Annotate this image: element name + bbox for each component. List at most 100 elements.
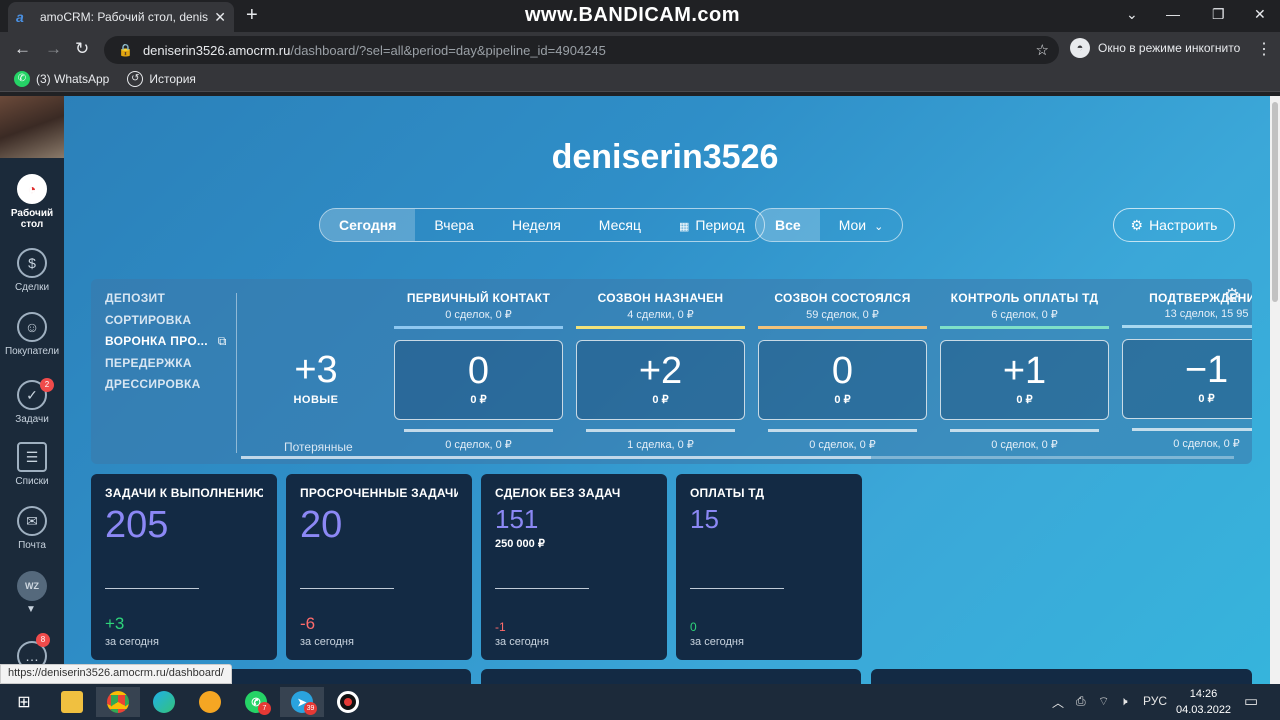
stage-lost-bar (950, 429, 1099, 432)
pipeline-stage[interactable]: КОНТРОЛЬ ОПЛАТЫ ТД 6 сделок, 0 ₽ +1 0 ₽0 сд… (940, 291, 1109, 451)
close-window-button[interactable]: ✕ (1254, 6, 1266, 23)
sidebar-item-customers[interactable]: ☺ Покупатели (0, 312, 64, 357)
sidebar-label: Почта (18, 540, 46, 551)
maximize-button[interactable]: ❐ (1212, 6, 1225, 23)
stage-amount: 0 ₽ (652, 394, 669, 406)
widget-stub (871, 669, 1252, 684)
customers-icon: ☺ (17, 312, 47, 342)
clock[interactable]: 14:26 04.03.2022 (1176, 686, 1231, 718)
taskbar-edge[interactable] (142, 687, 186, 717)
owner-mine[interactable]: Мои ⌄ (820, 209, 903, 241)
pipeline-stage[interactable]: СОЗВОН СОСТОЯЛСЯ 59 сделок, 0 ₽0 0 ₽0 сдел… (758, 291, 927, 451)
owner-mine-label: Мои (838, 217, 867, 233)
meet-now-icon[interactable]: ⎙ (1076, 694, 1086, 709)
sidebar-label: Покупатели (4, 346, 60, 357)
volume-icon[interactable]: 🕨 (1120, 694, 1128, 709)
widget-footer: за сегодня (300, 636, 354, 648)
bookmark-whatsapp[interactable]: ✆ (3) WhatsApp (14, 70, 110, 87)
start-button[interactable]: ⊞ (2, 687, 46, 717)
scrollbar-thumb[interactable] (1272, 102, 1278, 302)
scrollbar-thumb[interactable] (241, 456, 871, 459)
stat-widget[interactable]: ПРОСРОЧЕННЫЕ ЗАДАЧИ 20 -6 за сегодня (286, 474, 472, 660)
stage-count: 0 сделок, 0 ₽ (445, 309, 512, 321)
period-yesterday[interactable]: Вчера (415, 209, 493, 241)
browser-tab[interactable]: a amoCRM: Рабочий стол, deniser ✕ (8, 2, 234, 32)
stage-box[interactable]: 00 ₽ (394, 340, 563, 420)
browser-menu-icon[interactable]: ⋮ (1256, 39, 1272, 59)
configure-button[interactable]: ⚙ Настроить (1113, 208, 1235, 242)
stage-box[interactable]: +1 0 ₽ (940, 340, 1109, 420)
sidebar-item-lists[interactable]: ☰ Списки (0, 442, 64, 487)
pipeline-item[interactable]: СОРТИРОВКА (105, 313, 227, 335)
reload-button[interactable]: ↻ (75, 39, 89, 59)
sidebar-item-deals[interactable]: $ Сделки (0, 248, 64, 293)
pipeline-item[interactable]: ПЕРЕДЕРЖКА (105, 356, 227, 378)
stat-widget[interactable]: СДЕЛОК БЕЗ ЗАДАЧ 151 250 000 ₽ -1 за сегодня (481, 474, 667, 660)
owner-all[interactable]: Все (756, 209, 820, 241)
taskbar-chrome[interactable] (96, 687, 140, 717)
minimize-button[interactable]: — (1166, 6, 1180, 22)
vertical-scrollbar[interactable] (1270, 96, 1280, 684)
gear-icon[interactable]: ⚙ (1224, 285, 1240, 306)
workspace-avatar[interactable]: WZ (17, 571, 47, 601)
period-today[interactable]: Сегодня (320, 209, 416, 241)
taskbar-explorer[interactable] (50, 687, 94, 717)
stage-count: 59 сделок, 0 ₽ (806, 309, 879, 321)
network-icon[interactable]: ⌔ (1098, 694, 1109, 709)
incognito-indicator[interactable]: ◓ Окно в режиме инкогнито (1070, 38, 1240, 58)
widget-delta: +3 (105, 614, 125, 633)
bookmark-star-icon[interactable]: ☆ (1036, 41, 1049, 59)
tray-chevron-icon[interactable]: ︿ (1052, 694, 1064, 711)
tab-title: amoCRM: Рабочий стол, deniser (40, 10, 209, 24)
horizontal-scrollbar[interactable] (241, 456, 1234, 459)
stage-box[interactable]: 00 ₽ (758, 340, 927, 420)
chevron-down-icon[interactable]: ▼ (26, 604, 36, 615)
widget-footer: за сегодня (105, 636, 159, 648)
pipeline-stage[interactable]: ПЕРВИЧНЫЙ КОНТАКТ 0 сделок, 0 ₽0 0 ₽0 сдел… (394, 291, 563, 451)
stage-lost-bar (768, 429, 917, 432)
bookmark-history[interactable]: ↺ История (127, 70, 196, 87)
bookmark-label: (3) WhatsApp (36, 71, 110, 86)
browser-tabbar: a amoCRM: Рабочий стол, deniser ✕ + www.… (0, 0, 1280, 32)
pipeline-stage[interactable]: СОЗВОН НАЗНАЧЕН 4 сделки, 0 ₽ +2 0 ₽1 сделк… (576, 291, 745, 451)
widget-divider (105, 588, 199, 589)
sidebar-item-mail[interactable]: ✉ Почта (0, 506, 64, 551)
period-week[interactable]: Неделя (493, 209, 580, 241)
taskbar-browser[interactable] (188, 687, 232, 717)
period-custom[interactable]: ▦ Период (660, 209, 764, 241)
edge-icon (153, 691, 175, 713)
notifications-icon[interactable]: ▭ (1244, 692, 1258, 710)
windows-taskbar: ⊞ ✆ 7 ➤ 39 ︿ ⎙ ⌔ 🕨 РУС 14:26 04.03.2022 ▭ (0, 684, 1280, 720)
period-month[interactable]: Месяц (580, 209, 660, 241)
stage-delta: −1 (1184, 349, 1229, 391)
widget-footer: за сегодня (690, 636, 744, 648)
taskbar-bandicam[interactable] (326, 687, 370, 717)
url-field[interactable]: 🔒 deniserin3526.amocrm.ru /dashboard/?se… (104, 36, 1059, 64)
stat-widget[interactable]: ЗАДАЧИ К ВЫПОЛНЕНИЮ 205 +3 за сегодня (91, 474, 277, 660)
forward-button[interactable]: → (45, 39, 62, 59)
pipeline-stage[interactable]: ПОДТВЕРЖДЕНИЕ13 сделок, 15 95−10 ₽0 сдел… (1122, 291, 1252, 450)
stage-amount: 0 ₽ (470, 394, 487, 406)
stat-widget[interactable]: ОПЛАТЫ ТД 15 0 за сегодня (676, 474, 862, 660)
pipeline-item[interactable]: ДЕПОЗИТ (105, 291, 227, 313)
external-link-icon[interactable]: ⧉ (218, 334, 227, 348)
divider (236, 293, 237, 453)
bookmarks-bar: ✆ (3) WhatsApp ↺ История (0, 66, 1280, 92)
language-indicator[interactable]: РУС (1143, 694, 1167, 708)
widget-stub (481, 669, 861, 684)
owner-switcher: Все Мои ⌄ (755, 208, 904, 242)
sidebar-item-tasks[interactable]: ✓ Задачи 2 (0, 378, 64, 425)
left-sidebar: ◔ Рабочий стол $ Сделки ☺ Покупатели ✓ З… (0, 96, 64, 684)
pipeline-item[interactable]: ДРЕССИРОВКА (105, 377, 227, 399)
stage-box[interactable]: +2 0 ₽ (576, 340, 745, 420)
back-button[interactable]: ← (14, 39, 31, 59)
stage-box[interactable]: −1 0 ₽ (1122, 339, 1252, 419)
pipeline-item-active[interactable]: ВОРОНКА ПРО... ⧉ (105, 334, 227, 356)
stage-color-bar (758, 326, 927, 329)
taskbar-whatsapp[interactable]: ✆ 7 (234, 687, 278, 717)
close-tab-icon[interactable]: ✕ (214, 9, 226, 26)
taskbar-telegram[interactable]: ➤ 39 (280, 687, 324, 717)
new-tab-button[interactable]: + (246, 4, 258, 27)
sidebar-item-dashboard[interactable]: ◔ Рабочий стол (0, 174, 64, 230)
tab-search-icon[interactable]: ⌄ (1126, 6, 1138, 23)
